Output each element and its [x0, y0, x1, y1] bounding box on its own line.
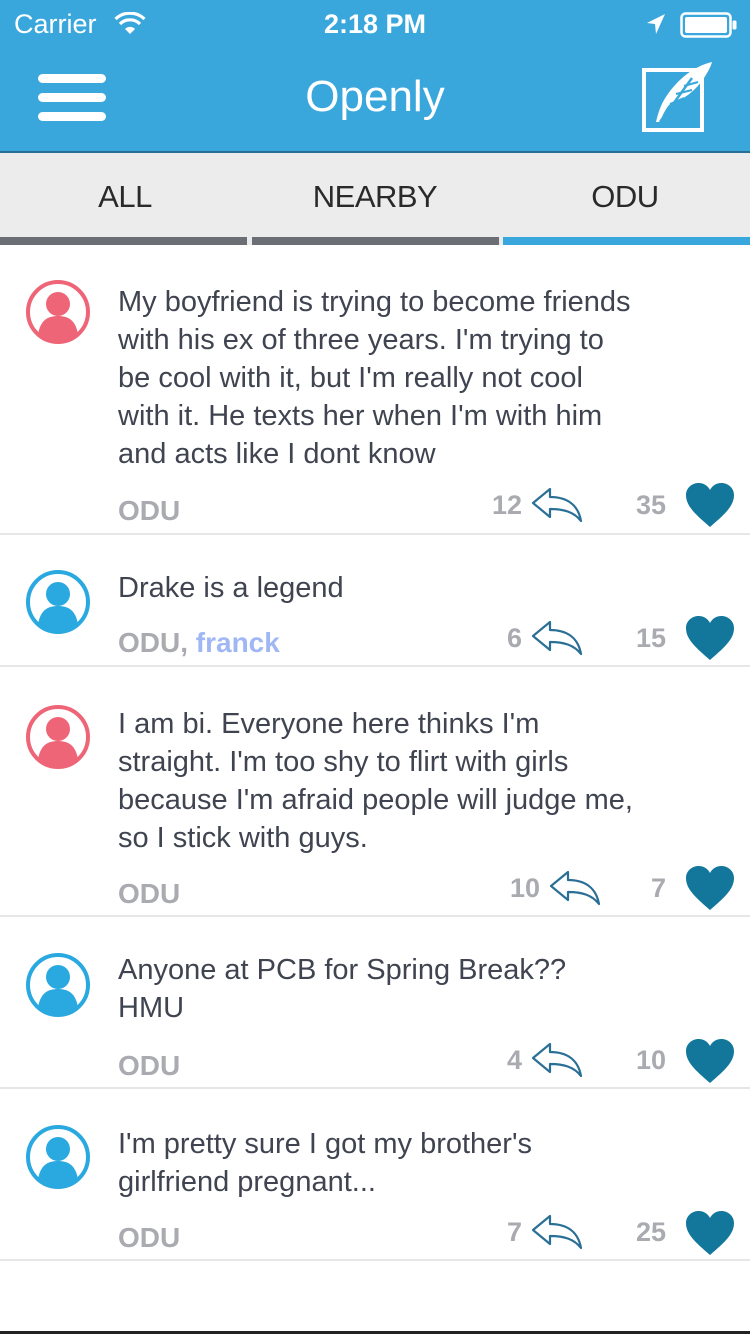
reply-icon[interactable]	[530, 1213, 584, 1251]
app-title: Openly	[305, 72, 445, 121]
like-count: 7	[650, 873, 666, 903]
reply-icon[interactable]	[530, 619, 584, 657]
post-text: I'm pretty sure I got my brother's girlf…	[118, 1125, 718, 1201]
post-text-line: Anyone at PCB for Spring Break??	[118, 954, 567, 986]
like-count: 10	[635, 1045, 666, 1075]
post-text: Drake is a legend	[118, 569, 718, 607]
compose-feather-icon[interactable]	[640, 60, 716, 136]
tab-nearby-label: NEARBY	[312, 179, 438, 214]
post-location: ODU	[118, 495, 181, 526]
post-text: My boyfriend is trying to become friends…	[118, 283, 718, 473]
post-item[interactable]: Anyone at PCB for Spring Break?? HMU ODU…	[0, 917, 750, 1089]
post-item[interactable]: Drake is a legend ODU, franck 6 15	[0, 535, 750, 667]
tab-odu-label: ODU	[591, 179, 659, 214]
male-avatar-icon	[26, 1125, 90, 1189]
post-text: I am bi. Everyone here thinks I'm straig…	[118, 705, 718, 857]
like-count: 35	[635, 490, 666, 520]
male-avatar-icon	[26, 953, 90, 1017]
post-text-line: with his ex of three years. I'm trying t…	[118, 324, 604, 356]
tab-all[interactable]: ALL	[0, 153, 250, 245]
post-location: ODU	[118, 1050, 181, 1081]
female-avatar-icon	[26, 280, 90, 344]
tab-all-underline	[0, 237, 247, 245]
post-meta: ODU, franck	[118, 627, 280, 659]
heart-icon[interactable]	[685, 1210, 735, 1256]
post-item[interactable]: I am bi. Everyone here thinks I'm straig…	[0, 667, 750, 917]
post-location: ODU,	[118, 627, 188, 658]
battery-icon	[680, 12, 737, 38]
heart-icon[interactable]	[685, 615, 735, 661]
post-meta: ODU	[118, 1050, 180, 1082]
reply-count: 4	[506, 1045, 522, 1075]
post-text-line: Drake is a legend	[118, 572, 344, 604]
reply-count: 12	[491, 490, 522, 520]
post-text-line: HMU	[118, 992, 185, 1024]
tab-nearby[interactable]: NEARBY	[250, 153, 500, 245]
post-location: ODU	[118, 878, 181, 909]
post-text-line: I'm pretty sure I got my brother's	[118, 1128, 532, 1160]
status-bar: Carrier 2:18 PM	[0, 0, 750, 50]
female-avatar-icon	[26, 705, 90, 769]
heart-icon[interactable]	[685, 1038, 735, 1084]
post-author-link[interactable]: franck	[196, 627, 280, 658]
post-text-line: because I'm afraid people will judge me,	[118, 784, 633, 816]
reply-count: 6	[506, 623, 522, 653]
post-text-line: be cool with it, but I'm really not cool	[118, 362, 583, 394]
reply-icon[interactable]	[530, 486, 584, 524]
location-arrow-icon	[647, 14, 665, 34]
post-text-line: straight. I'm too shy to flirt with girl…	[118, 746, 569, 778]
heart-icon[interactable]	[685, 482, 735, 528]
tab-all-label: ALL	[98, 179, 152, 214]
tab-nearby-underline	[252, 237, 499, 245]
reply-icon[interactable]	[530, 1041, 584, 1079]
post-text-line: and acts like I dont know	[118, 438, 436, 470]
post-text-line: My boyfriend is trying to become friends	[118, 286, 631, 318]
post-location: ODU	[118, 1222, 181, 1253]
post-text-line: with it. He texts her when I'm with him	[118, 400, 603, 432]
like-count: 15	[635, 623, 666, 653]
post-text: Anyone at PCB for Spring Break?? HMU	[118, 951, 718, 1027]
app-header: Carrier 2:18 PM Openly	[0, 0, 750, 153]
post-text-line: I am bi. Everyone here thinks I'm	[118, 708, 540, 740]
reply-icon[interactable]	[548, 869, 602, 907]
feed-tabs: ALL NEARBY ODU	[0, 153, 750, 245]
tab-odu-underline	[503, 237, 750, 245]
status-time: 2:18 PM	[323, 9, 427, 39]
post-meta: ODU	[118, 495, 180, 527]
reply-count: 7	[506, 1217, 522, 1247]
tab-odu[interactable]: ODU	[500, 153, 750, 245]
post-text-line: girlfriend pregnant...	[118, 1166, 376, 1198]
male-avatar-icon	[26, 570, 90, 634]
heart-icon[interactable]	[685, 865, 735, 911]
reply-count: 10	[509, 873, 540, 903]
like-count: 25	[635, 1217, 666, 1247]
post-meta: ODU	[118, 1222, 180, 1254]
post-meta: ODU	[118, 878, 180, 910]
post-item[interactable]: I'm pretty sure I got my brother's girlf…	[0, 1089, 750, 1261]
post-text-line: so I stick with guys.	[118, 822, 368, 854]
post-item[interactable]: My boyfriend is trying to become friends…	[0, 245, 750, 535]
